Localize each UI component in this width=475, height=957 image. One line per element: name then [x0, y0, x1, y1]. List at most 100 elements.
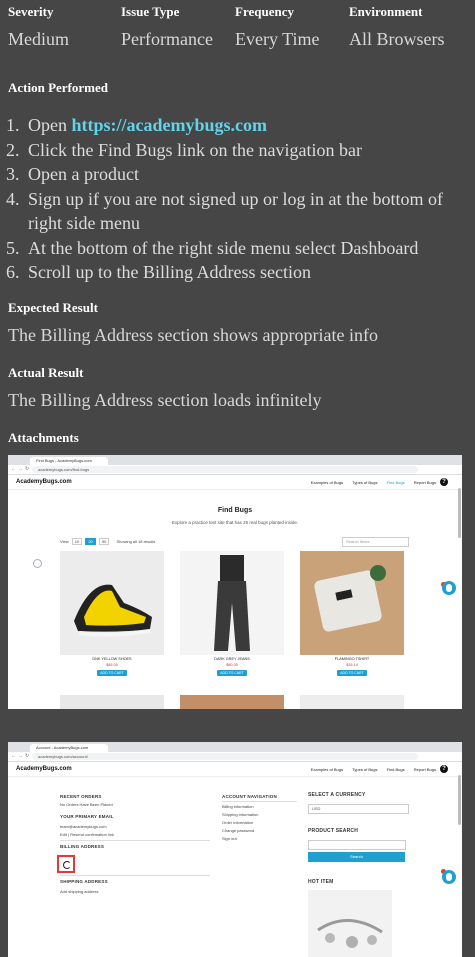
product-image[interactable]: [300, 551, 404, 655]
step-text-prefix: Open: [28, 115, 72, 135]
shoe-image: [74, 584, 152, 637]
site-navigation: AcademyBugs.com Examples of Bugs Types o…: [8, 762, 462, 777]
product-card-partial[interactable]: [300, 695, 404, 709]
product-search-input[interactable]: Search items: [342, 537, 409, 547]
menu-types-of-bugs[interactable]: Types of Bugs: [352, 767, 377, 772]
attachment-screenshot-find-bugs[interactable]: Find Bugs - AcademyBugs.com ← → ↻ academ…: [8, 455, 462, 709]
page-size-20[interactable]: 20: [85, 538, 96, 545]
issue-type-label: Issue Type: [121, 4, 180, 19]
nav-change-password[interactable]: Change password: [222, 828, 254, 833]
reload-icon[interactable]: ↻: [25, 753, 29, 759]
menu-types-of-bugs[interactable]: Types of Bugs: [352, 480, 377, 485]
step-number: 2.: [6, 139, 20, 160]
product-name[interactable]: FLAMINGO TSHIRT: [300, 657, 404, 661]
product-card[interactable]: DNK YELLOW SHOES $45.00 ADD TO CART: [60, 551, 164, 683]
step-number: 6.: [6, 262, 20, 282]
product-price: $90.00: [226, 663, 238, 667]
product-image[interactable]: [180, 551, 284, 655]
jeans-image: [214, 555, 250, 651]
step-text: At the bottom of the right side menu sel…: [28, 237, 419, 258]
address-bar: ← → ↻ academybugs.com/find-bugs: [8, 465, 462, 475]
forward-arrow-icon[interactable]: →: [18, 466, 23, 472]
site-menu: Examples of Bugs Types of Bugs Find Bugs…: [303, 480, 436, 485]
product-card-partial[interactable]: [180, 695, 284, 709]
step-6: 6. Scroll up to the Billing Address sect…: [4, 260, 469, 285]
product-name[interactable]: DNK YELLOW SHOES: [60, 657, 164, 661]
nav-shipping[interactable]: Shipping information: [222, 812, 258, 817]
nav-sign-out[interactable]: Sign out: [222, 836, 237, 841]
step-number: 3.: [6, 164, 20, 184]
currency-select[interactable]: USD: [308, 804, 409, 814]
menu-examples-of-bugs[interactable]: Examples of Bugs: [311, 480, 343, 485]
url-field[interactable]: academybugs.com/find-bugs: [32, 466, 418, 473]
site-navigation: AcademyBugs.com Examples of Bugs Types o…: [8, 475, 462, 490]
address-bar: ← → ↻ academybugs.com/account/: [8, 752, 462, 762]
page-title: Find Bugs: [217, 507, 253, 514]
menu-report-bugs[interactable]: Report Bugs: [414, 767, 436, 772]
product-card[interactable]: FLAMINGO TSHIRT $15.14 ADD TO CART: [300, 551, 404, 683]
site-logo[interactable]: AcademyBugs.com: [16, 479, 72, 485]
back-arrow-icon[interactable]: ←: [11, 753, 16, 759]
billing-address-heading: BILLING ADDRESS: [60, 844, 105, 849]
divider: [60, 875, 210, 876]
scrollbar[interactable]: [458, 775, 461, 825]
product-name[interactable]: DARK GREY JEANS: [180, 657, 284, 661]
email-value: team@academybugs.com: [60, 824, 107, 829]
product-search-input[interactable]: [308, 840, 406, 850]
add-to-cart-button[interactable]: ADD TO CART: [97, 670, 127, 676]
frequency-value: Every Time: [235, 29, 320, 49]
reload-icon[interactable]: ↻: [25, 466, 29, 472]
actual-text: The Billing Address section loads infini…: [8, 390, 322, 410]
page-size-10[interactable]: 10: [71, 538, 83, 545]
nav-billing[interactable]: Billing information: [222, 804, 254, 809]
step-3: 3. Open a product: [4, 162, 469, 187]
hot-item-heading: HOT ITEM: [308, 879, 334, 885]
add-to-cart-button[interactable]: ADD TO CART: [217, 670, 247, 676]
product-search-heading: PRODUCT SEARCH: [308, 828, 359, 834]
severity-label: Severity: [8, 4, 54, 19]
recent-orders-heading: RECENT ORDERS: [60, 794, 102, 799]
menu-find-bugs[interactable]: Find Bugs: [387, 480, 405, 485]
page-size-50[interactable]: 50: [98, 538, 110, 545]
divider: [222, 801, 297, 802]
menu-find-bugs[interactable]: Find Bugs: [387, 767, 405, 772]
bug-tracker-icon[interactable]: [442, 581, 456, 595]
step-text: Sign up if you are not signed up or log …: [28, 188, 443, 234]
bug-tracker-icon[interactable]: [442, 870, 456, 884]
back-arrow-icon[interactable]: ←: [11, 466, 16, 472]
issue-type-value: Performance: [121, 29, 213, 49]
step-number: 4.: [6, 188, 20, 209]
help-icon[interactable]: ?: [440, 765, 448, 773]
attachments-heading: Attachments: [8, 430, 79, 445]
no-orders-text: No Orders Have Been Placed: [60, 802, 113, 807]
tshirt-image: [314, 565, 386, 632]
radio-circle[interactable]: [33, 559, 42, 568]
step-text: Open a product: [28, 164, 139, 184]
browser-tab[interactable]: Account - AcademyBugs.com: [30, 744, 108, 752]
product-image[interactable]: [60, 551, 164, 655]
product-card-partial[interactable]: [60, 695, 164, 709]
help-icon[interactable]: ?: [440, 478, 448, 486]
forward-arrow-icon[interactable]: →: [18, 753, 23, 759]
menu-report-bugs[interactable]: Report Bugs: [414, 480, 436, 485]
step-text: Click the Find Bugs link on the navigati…: [28, 139, 362, 160]
add-shipping-link[interactable]: Add shipping address: [60, 889, 98, 894]
change-email-link[interactable]: Edit | Resend confirmation link: [60, 832, 114, 837]
url-field[interactable]: academybugs.com/account/: [32, 753, 418, 760]
browser-tab-bar: Account - AcademyBugs.com: [8, 742, 462, 758]
nav-orders[interactable]: Order information: [222, 820, 253, 825]
hot-item-image[interactable]: [308, 890, 392, 957]
site-menu: Examples of Bugs Types of Bugs Find Bugs…: [303, 767, 436, 772]
browser-tab[interactable]: Find Bugs - AcademyBugs.com: [30, 457, 108, 465]
divider: [60, 840, 210, 841]
loading-spinner-icon: [63, 861, 71, 869]
search-button[interactable]: Search: [308, 852, 405, 862]
academybugs-link[interactable]: https://academybugs.com: [72, 115, 268, 135]
step-text: Open https://academybugs.com: [28, 113, 267, 138]
attachment-screenshot-account[interactable]: Account - AcademyBugs.com ← → ↻ academyb…: [8, 742, 462, 957]
add-to-cart-button[interactable]: ADD TO CART: [337, 670, 367, 676]
product-card[interactable]: DARK GREY JEANS $90.00 ADD TO CART: [180, 551, 284, 683]
menu-examples-of-bugs[interactable]: Examples of Bugs: [311, 767, 343, 772]
site-logo[interactable]: AcademyBugs.com: [16, 766, 72, 772]
shipping-address-heading: SHIPPING ADDRESS: [60, 879, 108, 884]
